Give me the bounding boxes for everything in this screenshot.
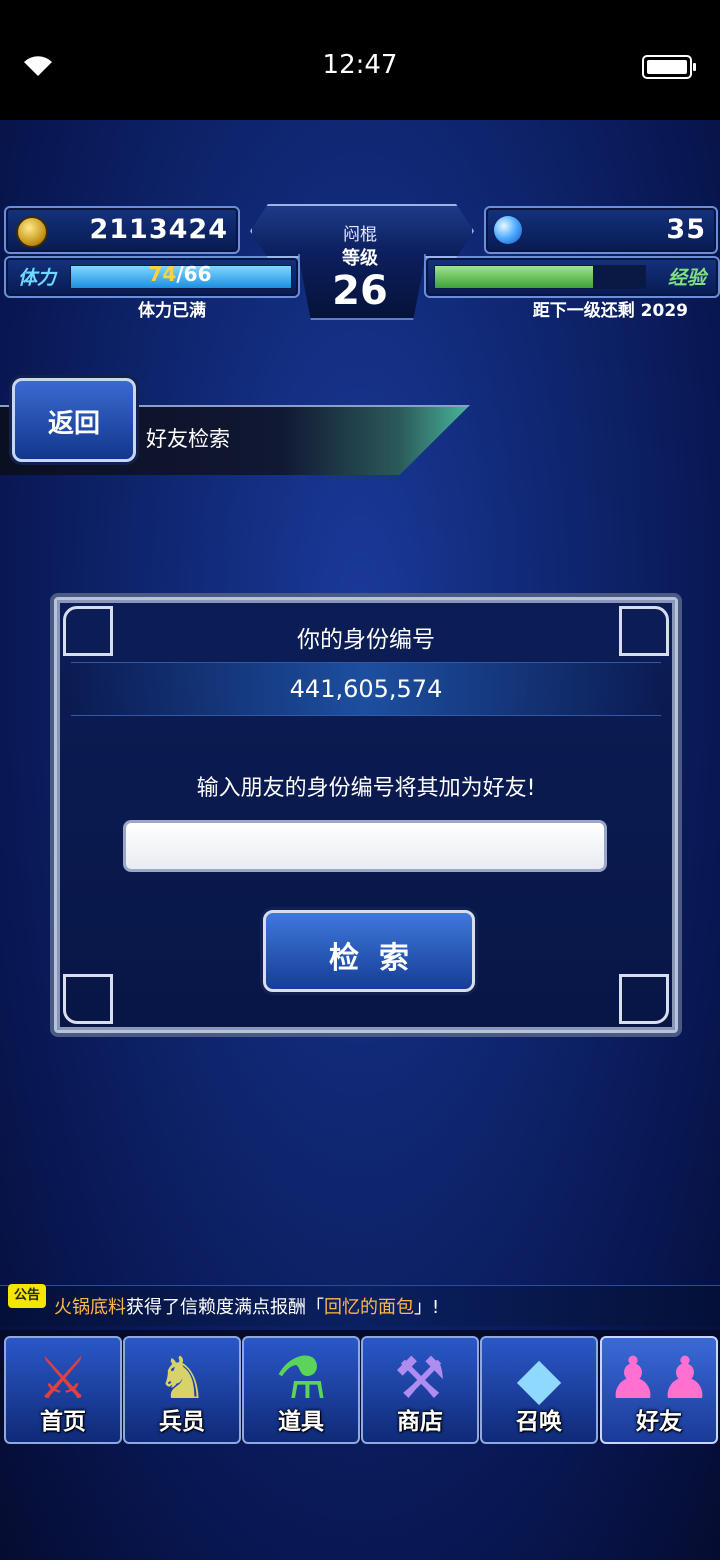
notice-ticker[interactable]: 公告 火锅底料获得了信赖度满点报酬「回忆的面包」! [0, 1284, 720, 1326]
friend-search-dialog: 你的身份编号 441,605,574 输入朋友的身份编号将其加为好友! 检索 [54, 597, 678, 1033]
gem-panel[interactable]: 35 [484, 206, 718, 254]
potion-icon: ⚗ [275, 1344, 327, 1412]
player-name: 闷棍 [343, 225, 377, 245]
nav-label: 道具 [278, 1409, 324, 1435]
player-hud: 2113424 35 体力 74/66 经验 体力已满 距下一级还剩 2029 … [0, 200, 720, 325]
search-button[interactable]: 检索 [263, 910, 475, 992]
coin-count: 2113424 [89, 214, 228, 245]
nav-units[interactable]: ♞ 兵员 [123, 1336, 241, 1444]
level-value: 26 [332, 268, 388, 314]
status-time: 12:47 [322, 50, 398, 80]
warrior-icon: ♞ [156, 1344, 208, 1412]
sword-icon: ⚔ [37, 1344, 89, 1412]
notice-text: 火锅底料获得了信赖度满点报酬「回忆的面包」! [54, 1297, 440, 1318]
nav-shop[interactable]: ⚒ 商店 [361, 1336, 479, 1444]
coin-icon [16, 216, 48, 248]
gem-icon [494, 216, 522, 244]
shop-icon: ⚒ [394, 1344, 446, 1412]
nav-friends[interactable]: ♟♟ 好友 [600, 1336, 718, 1444]
page-title: 好友检索 [146, 427, 230, 451]
friend-id-input[interactable] [123, 820, 607, 872]
search-label: 检索 [329, 941, 429, 976]
dialog-title: 你的身份编号 [297, 627, 435, 653]
nav-home[interactable]: ⚔ 首页 [4, 1336, 122, 1444]
stamina-label: 体力 [18, 267, 57, 289]
gem-count: 35 [666, 214, 706, 245]
dialog-prompt: 输入朋友的身份编号将其加为好友! [196, 776, 536, 801]
coin-panel: 2113424 [4, 206, 240, 254]
player-id: 441,605,574 [289, 675, 443, 703]
nav-label: 商店 [397, 1409, 443, 1435]
battery-icon [642, 55, 696, 79]
exp-label: 经验 [667, 267, 706, 289]
nav-summon[interactable]: ◆ 召唤 [480, 1336, 598, 1444]
nav-label: 好友 [636, 1409, 682, 1435]
nav-label: 首页 [40, 1409, 86, 1435]
id-band: 441,605,574 [71, 662, 661, 716]
nav-label: 兵员 [159, 1409, 205, 1435]
corner-ornament [63, 974, 113, 1024]
corner-ornament [619, 974, 669, 1024]
exp-note: 距下一级还剩 2029 [532, 301, 688, 321]
status-bar: 12:47 [0, 0, 720, 120]
stamina-note: 体力已满 [138, 301, 206, 321]
crystal-icon: ◆ [516, 1344, 562, 1412]
notice-badge: 公告 [8, 1284, 46, 1308]
level-label: 等级 [342, 248, 378, 269]
level-plate: 闷棍 等级 26 [238, 204, 482, 320]
bottom-nav: ⚔ 首页 ♞ 兵员 ⚗ 道具 ⚒ 商店 ◆ 召唤 ♟♟ 好友 [0, 1330, 720, 1444]
back-button[interactable]: 返回 [12, 378, 136, 462]
nav-items[interactable]: ⚗ 道具 [242, 1336, 360, 1444]
back-label: 返回 [47, 409, 100, 439]
nav-label: 召唤 [516, 1409, 562, 1435]
friends-icon: ♟♟ [607, 1344, 711, 1412]
